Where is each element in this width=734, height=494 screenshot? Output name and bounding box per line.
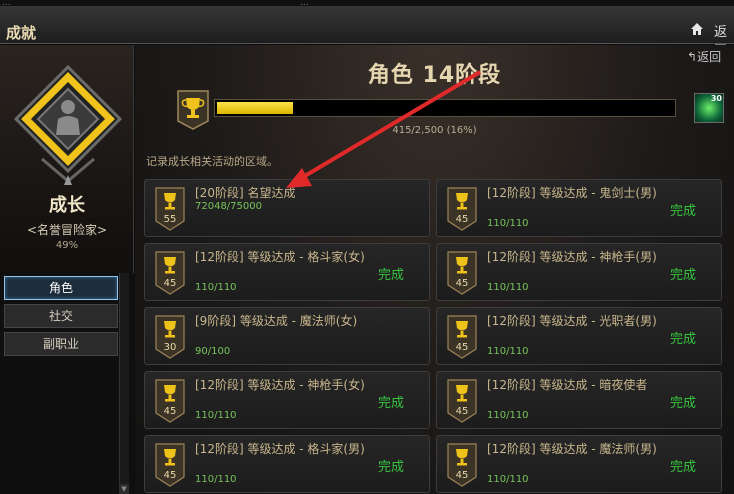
achievement-card[interactable]: 30 [9阶段] 等级达成 - 魔法师(女) 90/100 (144, 307, 430, 365)
achievement-title: [12阶段] 等级达成 - 暗夜使者 (487, 378, 648, 392)
achievement-progress: 110/110 (487, 218, 529, 229)
achievement-progress: 90/100 (195, 346, 231, 357)
achievement-title: [12阶段] 等级达成 - 鬼剑士(男) (487, 186, 657, 200)
badge-points: 45 (455, 470, 469, 481)
badge-points: 45 (455, 342, 469, 353)
trophy-badge-icon: 45 (155, 443, 185, 487)
stage-progress-fill (217, 102, 293, 114)
badge-points: 45 (455, 214, 469, 225)
achievement-title: [12阶段] 等级达成 - 格斗家(女) (195, 250, 365, 264)
achievement-main: ↰返回 角色 14阶段 415/2,500 (16%) 30 记录成长相关活动的… (135, 45, 734, 494)
achievement-card[interactable]: 55 [20阶段] 名望达成 72048/75000 (144, 179, 430, 237)
trophy-badge-icon: 45 (155, 251, 185, 295)
achievement-card[interactable]: 45 [12阶段] 等级达成 - 格斗家(女) 110/110 完成 (144, 243, 430, 301)
achievement-status: 完成 (670, 332, 697, 347)
achievement-progress: 110/110 (487, 282, 529, 293)
achievement-status: 完成 (378, 268, 405, 283)
achievement-progress: 110/110 (195, 282, 237, 293)
achievement-card[interactable]: 45 [12阶段] 等级达成 - 格斗家(男) 110/110 完成 (144, 435, 430, 493)
badge-points: 55 (163, 214, 177, 225)
badge-points: 45 (163, 278, 177, 289)
cut-off-text-mid: ... (300, 0, 309, 6)
achievement-title: [9阶段] 等级达成 - 魔法师(女) (195, 314, 358, 328)
achievement-status: 完成 (378, 396, 405, 411)
trophy-badge-icon: 45 (447, 379, 477, 423)
achievement-title: [12阶段] 等级达成 - 神枪手(男) (487, 250, 657, 264)
nav-item-social[interactable]: 社交 (4, 304, 118, 328)
stage-title: 角色 14阶段 (367, 63, 502, 88)
trophy-badge-icon: 45 (447, 187, 477, 231)
achievement-title: [12阶段] 等级达成 - 神枪手(女) (195, 378, 365, 392)
window-title: 成就 (6, 24, 37, 42)
home-icon[interactable] (690, 22, 704, 36)
stage-progress-bar (214, 99, 676, 117)
achievement-card[interactable]: 45 [12阶段] 等级达成 - 光职者(男) 110/110 完成 (436, 307, 722, 365)
badge-points: 45 (455, 406, 469, 417)
trophy-badge-icon: 45 (447, 315, 477, 359)
achievement-status: 完成 (670, 268, 697, 283)
badge-points: 45 (163, 406, 177, 417)
achievement-title: [12阶段] 等级达成 - 光职者(男) (487, 314, 657, 328)
trophy-badge-icon: 45 (447, 443, 477, 487)
nav-item-subjob[interactable]: 副职业 (4, 332, 118, 356)
achievement-progress: 72048/75000 (195, 201, 262, 212)
achievement-card[interactable]: 45 [12阶段] 等级达成 - 魔法师(男) 110/110 完成 (436, 435, 722, 493)
rank-percent: 49% (55, 240, 79, 251)
achievement-status: 完成 (670, 460, 697, 475)
achievement-title: [20阶段] 名望达成 (195, 186, 296, 200)
reward-box-icon[interactable]: 30 (694, 93, 724, 123)
badge-points: 45 (455, 278, 469, 289)
reward-count: 30 (710, 94, 722, 103)
badge-points: 45 (163, 470, 177, 481)
trophy-badge-icon: 30 (155, 315, 185, 359)
category-nav: 角色 社交 副职业 ▼ (0, 273, 134, 494)
achievement-progress: 110/110 (195, 410, 237, 421)
nav-item-character[interactable]: 角色 (4, 276, 118, 300)
achievement-card[interactable]: 45 [12阶段] 等级达成 - 暗夜使者 110/110 完成 (436, 371, 722, 429)
category-sidebar: 成长 <名誉冒险家> 49% 角色 社交 副职业 ▼ (0, 45, 134, 494)
cut-off-text-left: ... (2, 0, 11, 6)
category-hint: 记录成长相关活动的区域。 (146, 155, 278, 168)
achievement-status: 完成 (378, 460, 405, 475)
trophy-badge-icon: 45 (447, 251, 477, 295)
achievement-progress: 110/110 (487, 410, 529, 421)
stage-progress-text: 415/2,500 (16%) (392, 125, 477, 136)
achievement-card[interactable]: 45 [12阶段] 等级达成 - 神枪手(女) 110/110 完成 (144, 371, 430, 429)
badge-points: 30 (163, 342, 177, 353)
achievement-card[interactable]: 45 [12阶段] 等级达成 - 神枪手(男) 110/110 完成 (436, 243, 722, 301)
achievement-progress: 110/110 (195, 474, 237, 485)
achievement-status: 完成 (670, 204, 697, 219)
achievement-title: [12阶段] 等级达成 - 格斗家(男) (195, 442, 365, 456)
rank-title: <名誉冒险家> (26, 223, 108, 237)
achievement-title: [12阶段] 等级达成 - 魔法师(男) (487, 442, 657, 456)
achievement-progress: 110/110 (487, 474, 529, 485)
achievement-status: 完成 (670, 396, 697, 411)
trophy-badge-icon: 45 (155, 379, 185, 423)
achievement-card[interactable]: 45 [12阶段] 等级达成 - 鬼剑士(男) 110/110 完成 (436, 179, 722, 237)
window-header: ... ... 成就 返回 (0, 0, 734, 59)
scroll-down-icon[interactable]: ▼ (119, 484, 129, 494)
trophy-badge-icon: 55 (155, 187, 185, 231)
category-name: 成长 (49, 195, 85, 216)
nav-scrollbar[interactable] (119, 273, 129, 494)
achievement-progress: 110/110 (487, 346, 529, 357)
